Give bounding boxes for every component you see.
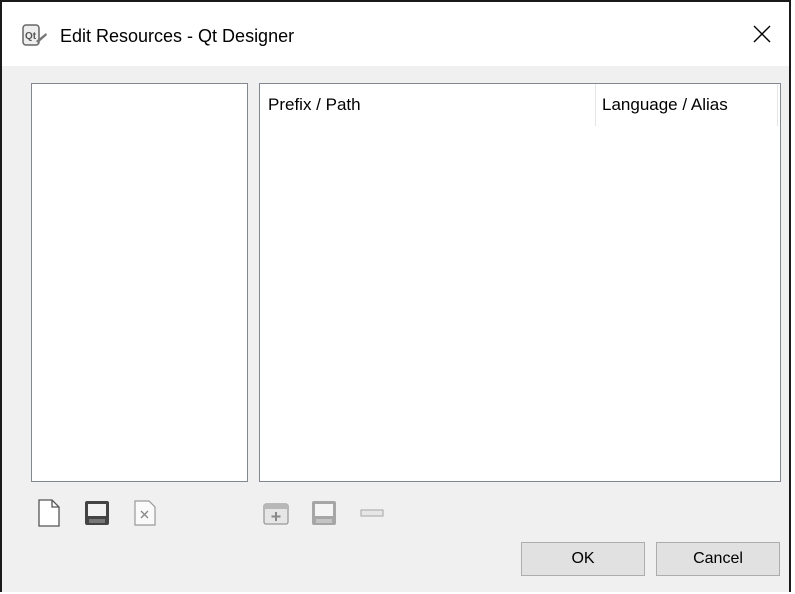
remove-icon xyxy=(360,509,384,517)
save-icon xyxy=(85,501,109,525)
column-header-prefix-path[interactable]: Prefix / Path xyxy=(260,84,596,126)
add-prefix-button[interactable] xyxy=(261,498,291,528)
resource-file-list[interactable] xyxy=(31,83,248,482)
save-file-button[interactable] xyxy=(82,498,112,528)
close-button[interactable] xyxy=(735,2,789,66)
remove-file-button[interactable] xyxy=(130,498,160,528)
remove-file-icon xyxy=(134,500,156,526)
qt-designer-icon: Qt xyxy=(22,24,48,46)
cancel-button[interactable]: Cancel xyxy=(656,542,780,576)
add-files-button[interactable] xyxy=(309,498,339,528)
dialog-client-area: Prefix / Path Language / Alias OK Cancel xyxy=(2,66,789,592)
title-bar[interactable]: Qt Edit Resources - Qt Designer xyxy=(2,2,789,66)
ok-button[interactable]: OK xyxy=(521,542,645,576)
column-header-language-alias[interactable]: Language / Alias xyxy=(596,84,778,126)
close-icon xyxy=(753,25,771,43)
tree-header: Prefix / Path Language / Alias xyxy=(260,84,780,126)
new-file-button[interactable] xyxy=(34,498,64,528)
remove-button[interactable] xyxy=(357,498,387,528)
add-prefix-icon xyxy=(263,503,289,525)
window-title: Edit Resources - Qt Designer xyxy=(60,26,295,46)
svg-text:Qt: Qt xyxy=(25,31,37,42)
new-file-icon xyxy=(38,499,60,527)
add-files-icon xyxy=(312,501,336,525)
edit-resources-dialog: Qt Edit Resources - Qt Designer Prefix /… xyxy=(0,0,791,592)
resource-tree[interactable]: Prefix / Path Language / Alias xyxy=(259,83,781,482)
